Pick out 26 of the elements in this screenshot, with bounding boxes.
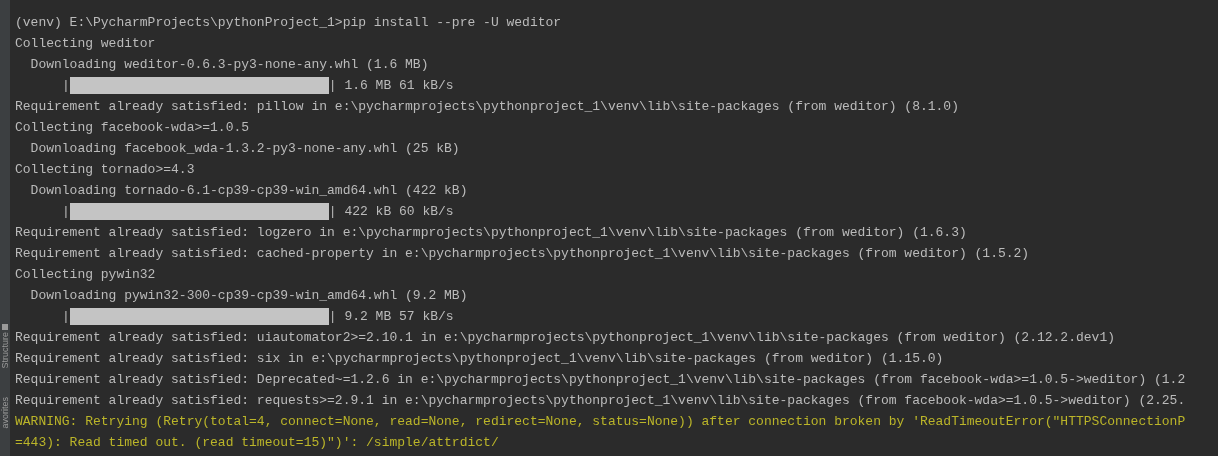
terminal-line: (venv) E:\PycharmProjects\pythonProject_1>pip install --pre -U weditor xyxy=(15,14,563,32)
terminal-line: Requirement already satisfied: uiautomator2>=2.10.1 in e:\pycharmprojects\pythonproject_1\venv\lib\site-packages (from weditor) (2.12.2.dev1) xyxy=(15,329,1116,347)
terminal-line: Requirement already satisfied: Deprecated~=1.2.6 in e:\pycharmprojects\pythonproject_1\venv\lib\site-packages (from facebook-wda>=1.0.5->weditor) (1.2 xyxy=(15,371,1187,389)
terminal-line: Requirement already satisfied: requests>=2.9.1 in e:\pycharmprojects\pythonproject_1\venv\lib\site-packages (from facebook-wda>=1.0.5->weditor) (2.25. xyxy=(15,392,1187,410)
tool-window-tab[interactable]: Structure xyxy=(0,332,10,369)
terminal-line: Collecting facebook-wda>=1.0.5 xyxy=(15,119,251,137)
terminal-line: Downloading tornado-6.1-cp39-cp39-win_amd64.whl (422 kB) xyxy=(29,182,469,200)
progress-status: | 9.2 MB 57 kB/s xyxy=(328,308,454,326)
terminal-line: Requirement already satisfied: logzero in e:\pycharmprojects\pythonproject_1\venv\lib\site-packages (from weditor) (1.6.3) xyxy=(15,224,968,242)
warning-line: WARNING: Retrying (Retry(total=4, connect=None, read=None, redirect=None, status=None)) after connection broken by 'ReadTimeoutError("HTTPSConnectionP xyxy=(15,413,1187,431)
terminal-line: Downloading pywin32-300-cp39-cp39-win_amd64.whl (9.2 MB) xyxy=(29,287,469,305)
progress-bar-edge: | xyxy=(62,77,70,95)
terminal-line: Downloading weditor-0.6.3-py3-none-any.whl (1.6 MB) xyxy=(29,56,430,74)
terminal-line: Requirement already satisfied: cached-property in e:\pycharmprojects\pythonproject_1\venv\lib\site-packages (from weditor) (1.5.2) xyxy=(15,245,1031,263)
tool-window-tab[interactable]: avorites xyxy=(0,396,10,429)
terminal-line: Collecting pywin32 xyxy=(15,266,157,284)
terminal-line: Requirement already satisfied: pillow in e:\pycharmprojects\pythonproject_1\venv\lib\site-packages (from weditor) (8.1.0) xyxy=(15,98,960,116)
progress-status: | 1.6 MB 61 kB/s xyxy=(328,77,454,95)
warning-line: =443): Read timed out. (read timeout=15)")': /simple/attrdict/ xyxy=(15,434,500,452)
terminal-line: Requirement already satisfied: six in e:\pycharmprojects\pythonproject_1\venv\lib\site-packages (from weditor) (1.15.0) xyxy=(15,350,945,368)
terminal-line: Downloading facebook_wda-1.3.2-py3-none-any.whl (25 kB) xyxy=(29,140,461,158)
terminal-line: Collecting weditor xyxy=(15,35,157,53)
progress-bar-edge: | xyxy=(62,308,70,326)
progress-status: | 422 kB 60 kB/s xyxy=(328,203,454,221)
terminal-line: Collecting tornado>=4.3 xyxy=(15,161,196,179)
progress-bar-edge: | xyxy=(62,203,70,221)
